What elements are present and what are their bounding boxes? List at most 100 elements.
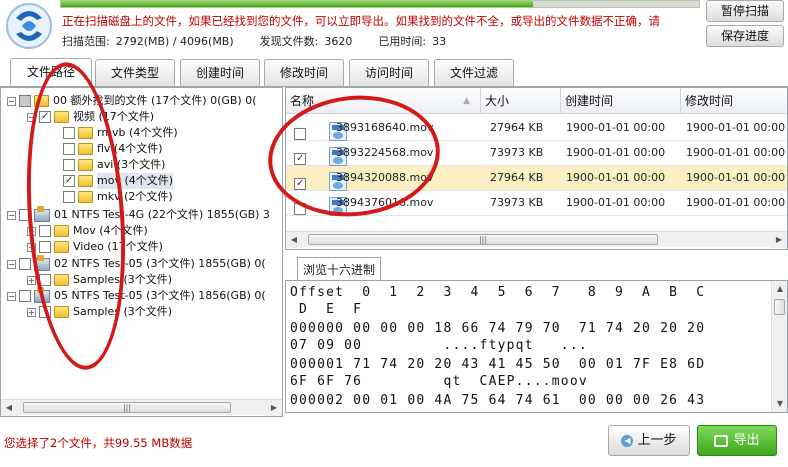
tree-checkbox[interactable]	[63, 127, 75, 139]
hex-vertical-scrollbar[interactable]: ▲ ▼	[771, 281, 787, 412]
collapse-toggle-icon[interactable]: −	[7, 259, 16, 269]
folder-icon	[78, 191, 93, 203]
tree-node-drive-02[interactable]: − 02 NTFS Test-05 (3个文件) 1855(GB) 0(	[7, 254, 266, 272]
scroll-right-icon[interactable]: ▶	[266, 399, 282, 416]
expand-toggle-icon[interactable]: +	[27, 275, 36, 285]
tree-node-label: Samples (3个文件)	[73, 305, 173, 318]
tree-node-flv[interactable]: flv (4个文件)	[63, 141, 163, 157]
expand-toggle-icon[interactable]: +	[27, 226, 36, 236]
folder-icon	[78, 127, 93, 139]
tree-checkbox[interactable]	[39, 306, 51, 318]
file-row[interactable]: 3894376016.mov 73973 KB 1900-01-01 00:00…	[286, 191, 787, 216]
previous-step-button[interactable]: ◀ 上一步	[608, 425, 690, 456]
tab-hex-view[interactable]: 浏览十六进制	[297, 257, 381, 281]
tree-checkbox[interactable]	[39, 274, 51, 286]
tree-node-samples-05[interactable]: + Samples (3个文件)	[27, 304, 172, 320]
found-files-label: 发现文件数:	[259, 35, 319, 48]
scroll-down-icon[interactable]: ▼	[772, 396, 787, 412]
scroll-left-icon[interactable]: ◀	[1, 399, 17, 416]
tree-node-mkv[interactable]: mkv (2个文件)	[63, 189, 173, 205]
tree-checkbox[interactable]	[19, 209, 31, 221]
tree-node-mov-folder[interactable]: + Mov (4个文件)	[27, 223, 148, 239]
tree-node-samples-02[interactable]: + Samples (3个文件)	[27, 272, 172, 288]
previous-step-label: 上一步	[637, 433, 677, 448]
tree-checkbox[interactable]	[63, 143, 75, 155]
back-arrow-icon: ◀	[621, 434, 634, 447]
export-label: 导出	[733, 433, 760, 448]
tree-horizontal-scrollbar[interactable]: ◀ ||| ▶	[1, 399, 282, 416]
file-name: 3894320088.mov	[336, 171, 434, 184]
file-row-selected[interactable]: 3894320088.mov 27964 KB 1900-01-01 00:00…	[286, 166, 787, 191]
file-modified: 1900-01-01 00:00	[686, 121, 786, 134]
tree-scroll-thumb[interactable]: |||	[23, 402, 231, 413]
tree-node-rmvb[interactable]: rmvb (4个文件)	[63, 125, 178, 141]
selection-summary: 您选择了2个文件，共99.55 MB数据	[4, 436, 193, 450]
scroll-up-icon[interactable]: ▲	[772, 281, 787, 297]
column-header-size[interactable]: 大小	[481, 88, 561, 114]
tree-checkbox[interactable]	[63, 159, 75, 171]
file-row[interactable]: 3893224568.mov 73973 KB 1900-01-01 00:00…	[286, 141, 787, 166]
collapse-toggle-icon[interactable]: −	[27, 112, 36, 122]
file-list-scroll-thumb[interactable]: |||	[308, 234, 658, 245]
scroll-left-icon[interactable]: ◀	[286, 231, 302, 248]
file-size: 27964 KB	[490, 171, 544, 184]
folder-icon	[78, 175, 93, 187]
tree-node-video[interactable]: − 视频 (17个文件)	[27, 109, 154, 125]
file-list-horizontal-scrollbar[interactable]: ◀ ||| ▶	[286, 231, 787, 248]
column-header-created[interactable]: 创建时间	[561, 88, 681, 114]
tree-node-label: Samples (3个文件)	[73, 273, 173, 286]
file-checkbox[interactable]	[294, 203, 306, 215]
scan-progress-bar	[60, 0, 700, 8]
tree-checkbox[interactable]	[39, 225, 51, 237]
tree-checkbox[interactable]	[19, 95, 31, 107]
hex-line: 000001 71 74 20 20 43 41 45 50 00 01 7F …	[290, 357, 706, 372]
drive-icon	[34, 286, 50, 303]
tree-checkbox[interactable]	[63, 191, 75, 203]
folder-icon	[78, 159, 93, 171]
save-progress-button[interactable]: 保存进度	[706, 25, 784, 47]
tab-file-path[interactable]: 文件路径	[10, 58, 92, 87]
scan-progress-fill	[61, 1, 534, 7]
file-checkbox[interactable]	[294, 178, 306, 190]
scroll-right-icon[interactable]: ▶	[771, 231, 787, 248]
file-list-panel[interactable]: 名称 ▲ 大小 创建时间 修改时间 3893168640.mov 27964 KB…	[285, 87, 788, 250]
tree-node-drive-05[interactable]: − 05 NTFS Test-05 (3个文件) 1856(GB) 0(	[7, 286, 266, 304]
column-header-name[interactable]: 名称 ▲	[286, 88, 481, 114]
tab-modified-time[interactable]: 修改时间	[264, 59, 344, 86]
elapsed-time-label: 已用时间:	[378, 35, 427, 48]
tree-node-mov[interactable]: mov (4个文件)	[63, 173, 174, 189]
tab-accessed-time[interactable]: 访问时间	[349, 59, 429, 86]
tree-node-video-folder[interactable]: + Video (17个文件)	[27, 239, 163, 255]
expand-toggle-icon[interactable]: +	[27, 307, 36, 317]
hex-viewer-panel[interactable]: Offset 0 1 2 3 4 5 6 7 8 9 A B C D E F 0…	[285, 280, 788, 413]
file-created: 1900-01-01 00:00	[566, 146, 666, 159]
collapse-toggle-icon[interactable]: −	[7, 291, 16, 301]
file-modified: 1900-01-01 00:00	[686, 146, 786, 159]
tree-node-avi[interactable]: avi (3个文件)	[63, 157, 165, 173]
expand-toggle-icon[interactable]: +	[27, 242, 36, 252]
tree-node-drive-01[interactable]: − 01 NTFS Test-4G (22个文件) 1855(GB) 3	[7, 205, 270, 223]
tree-checkbox[interactable]	[19, 290, 31, 302]
tab-file-type[interactable]: 文件类型	[95, 59, 175, 86]
collapse-toggle-icon[interactable]: −	[7, 96, 16, 106]
tab-created-time[interactable]: 创建时间	[180, 59, 260, 86]
tree-node-extra-files[interactable]: − 00 额外找到的文件 (17个文件) 0(GB) 0(	[7, 93, 257, 109]
file-row[interactable]: 3893168640.mov 27964 KB 1900-01-01 00:00…	[286, 116, 787, 141]
file-checkbox[interactable]	[294, 153, 306, 165]
folder-tree-panel[interactable]: − 00 额外找到的文件 (17个文件) 0(GB) 0( − 视频 (17个文…	[0, 87, 283, 417]
export-button[interactable]: 导出	[697, 425, 777, 456]
tree-checkbox[interactable]	[19, 258, 31, 270]
hex-scroll-thumb[interactable]	[774, 299, 785, 315]
tree-checkbox[interactable]	[39, 241, 51, 253]
pause-scan-button[interactable]: 暂停扫描	[706, 0, 784, 22]
collapse-toggle-icon[interactable]: −	[7, 210, 16, 220]
tab-file-filter[interactable]: 文件过滤	[434, 59, 514, 86]
tree-node-label: 01 NTFS Test-4G (22个文件) 1855(GB) 3	[54, 208, 270, 221]
file-checkbox[interactable]	[294, 128, 306, 140]
folder-icon	[78, 143, 93, 155]
file-size: 27964 KB	[490, 121, 544, 134]
tree-checkbox[interactable]	[63, 175, 75, 187]
tree-checkbox[interactable]	[39, 111, 51, 123]
scan-range-label: 扫描范围:	[62, 35, 110, 48]
column-header-modified[interactable]: 修改时间	[681, 88, 787, 114]
